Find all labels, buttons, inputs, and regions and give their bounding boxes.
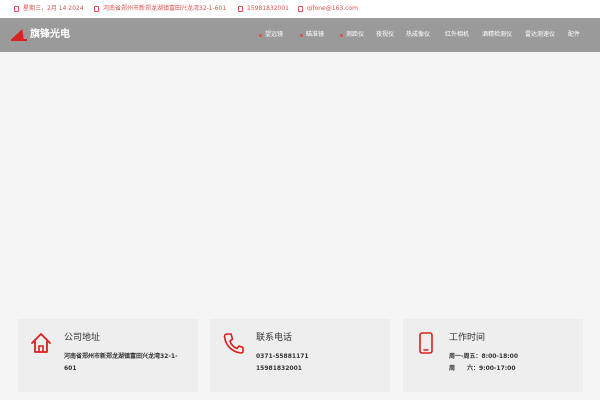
logo-text: 旗锋光电 [30,29,70,40]
logo-mark-icon [11,29,29,41]
nav-marker-icon [340,33,343,37]
hours-line-1: 周一-周五：8:00-18:00 [449,353,519,360]
contact-card-phone: 联系电话 0371-55881171 15981832001 [210,319,390,392]
nav-item-night-vision[interactable]: 夜视仪 [376,30,394,40]
address-line-2: 601 [64,365,77,372]
site-logo[interactable]: 旗锋光电 [11,27,70,43]
phone-small-icon [238,6,243,12]
nav-marker-icon [300,33,303,37]
top-info-bar: 星期三，2月 14 2024 河南省郑州市新郑龙湖镇富田兴龙湾32-1-601 … [0,0,600,18]
location-icon [94,6,99,12]
date-info: 星期三，2月 14 2024 [14,4,84,14]
nav-item-radar-gun[interactable]: 雷达测速仪 [525,30,555,40]
nav-item-alcohol-tester[interactable]: 酒精检测仪 [482,30,512,40]
site-header: 旗锋光电 望远镜 瞄准镜 测距仪 夜视仪 热成像仪 红外相机 酒精检测仪 雷达测… [0,18,600,52]
email-info[interactable]: qifone@163.com [298,4,358,14]
card-title: 联系电话 [256,333,293,343]
tablet-icon [419,332,433,354]
date-text: 星期三，2月 14 2024 [23,5,84,12]
contact-card-hours: 工作时间 周一-周五：8:00-18:00 周 六：9:00-17:00 [403,319,583,392]
nav-item-infrared-camera[interactable]: 红外相机 [445,30,469,40]
calendar-icon [14,6,19,12]
phone-info: 15981832001 [238,4,289,14]
card-title: 工作时间 [449,333,486,343]
nav-item-rangefinder[interactable]: 测距仪 [340,30,364,40]
address-line-1: 河南省郑州市新郑龙湖镇富田兴龙湾32-1- [64,353,178,360]
mail-icon [298,6,303,12]
nav-item-accessories[interactable]: 配件 [568,30,580,40]
contact-card-address: 公司地址 河南省郑州市新郑龙湖镇富田兴龙湾32-1- 601 [18,319,198,392]
nav-item-riflescope[interactable]: 瞄准镜 [300,30,324,40]
phone-line-2[interactable]: 15981832001 [256,364,302,374]
hours-line-2: 周 六：9:00-17:00 [449,365,516,372]
nav-item-thermal-imager[interactable]: 热成像仪 [406,30,430,40]
nav-marker-icon [259,33,262,37]
phone-text: 15981832001 [247,5,289,12]
phone-line-1[interactable]: 0371-55881171 [256,352,309,362]
card-title: 公司地址 [64,333,101,343]
address-info: 河南省郑州市新郑龙湖镇富田兴龙湾32-1-601 [94,4,226,14]
phone-icon [223,333,244,354]
home-icon [31,333,51,353]
email-link[interactable]: qifone@163.com [307,4,358,14]
nav-item-telescope[interactable]: 望远镜 [259,30,283,40]
address-text: 河南省郑州市新郑龙湖镇富田兴龙湾32-1-601 [103,5,227,12]
